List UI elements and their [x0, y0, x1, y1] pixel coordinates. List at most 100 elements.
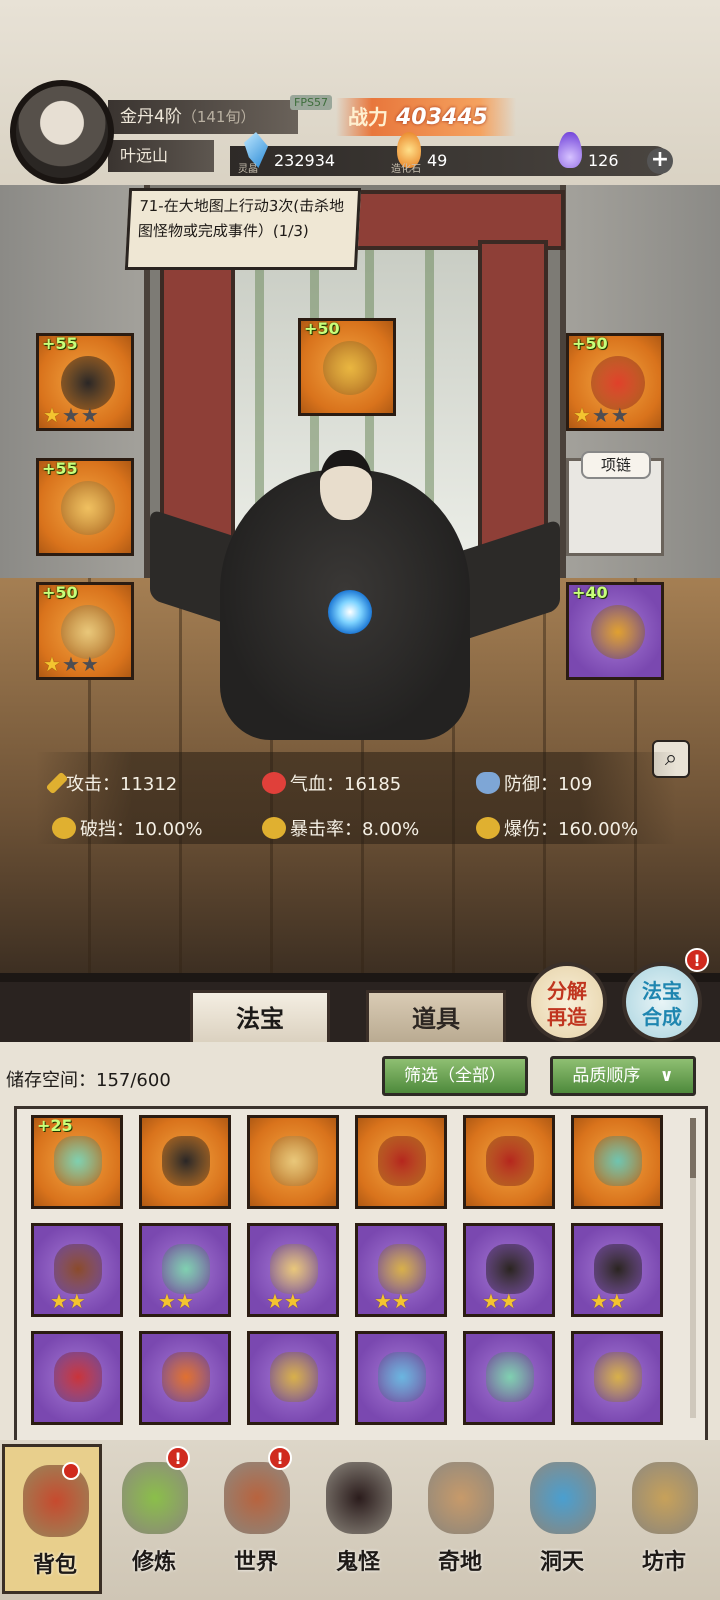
star-icon: ★ [43, 403, 62, 427]
inventory-item[interactable] [247, 1115, 339, 1209]
equipment-slot-3[interactable]: +50 ★★★ [566, 333, 664, 431]
nav-label: 修炼 [131, 1549, 176, 1575]
star-icon: ★ [80, 403, 100, 427]
player-name: 叶远山 [108, 140, 214, 172]
item-art [162, 1352, 210, 1402]
equipment-art [61, 481, 115, 535]
inventory-item[interactable] [247, 1331, 339, 1425]
inventory-item[interactable]: ★★ [247, 1223, 339, 1317]
player-avatar[interactable] [10, 80, 114, 184]
resource-stone-value: 49 [427, 151, 448, 170]
lotus-icon [122, 1462, 188, 1534]
qi-orb [328, 590, 372, 634]
nav-portal[interactable]: 洞天 [512, 1444, 612, 1594]
item-art [594, 1244, 642, 1294]
item-art [162, 1136, 210, 1186]
inventory-item[interactable] [139, 1331, 231, 1425]
star-icon: ★ [591, 403, 611, 427]
tab-treasure[interactable]: 法宝 [190, 990, 330, 1046]
inventory-item[interactable] [463, 1115, 555, 1209]
realm-text: 金丹4阶 [120, 107, 182, 127]
shield-icon [476, 772, 500, 794]
inventory-item[interactable]: ★★ [571, 1223, 663, 1317]
item-art [270, 1136, 318, 1186]
orange-stone-icon [397, 132, 421, 168]
combat-power: 战力 403445 [336, 98, 516, 136]
item-art [162, 1244, 210, 1294]
inventory-grid: +25 ★★ ★★ ★★ ★★ ★★ ★★ [14, 1106, 708, 1440]
item-art [378, 1352, 426, 1402]
equipment-art [61, 605, 115, 659]
inventory-scrollbar[interactable] [690, 1118, 696, 1418]
portal-icon [530, 1462, 596, 1534]
nav-label: 坊市 [641, 1549, 686, 1575]
star-rating: ★★ [374, 1289, 410, 1313]
nav-demon-egg[interactable]: 鬼怪 [308, 1444, 408, 1594]
game-screen: { "header": { "realm": "金丹4阶", "age": "（… [0, 0, 720, 1600]
star-rating: ★★ [50, 1289, 86, 1313]
item-art [594, 1136, 642, 1186]
equipment-slot-7[interactable]: +40 [566, 582, 664, 680]
inventory-item[interactable]: ★★ [463, 1223, 555, 1317]
equipment-art [61, 356, 115, 410]
equipment-art [323, 341, 377, 395]
sort-dropdown[interactable]: 品质顺序 ∨ [550, 1056, 696, 1096]
stat-attack: 攻击：11312 [45, 770, 177, 796]
enhance-level: +50 [42, 583, 78, 602]
equipment-art [591, 356, 645, 410]
inventory-item[interactable]: +25 [31, 1115, 123, 1209]
item-art [486, 1352, 534, 1402]
inventory-item[interactable] [31, 1331, 123, 1425]
inventory-item[interactable] [355, 1331, 447, 1425]
nav-scroll-map[interactable]: 世界! [206, 1444, 306, 1594]
nav-lotus[interactable]: 修炼! [104, 1444, 204, 1594]
purple-flame-icon [558, 132, 582, 168]
inventory-item[interactable] [463, 1331, 555, 1425]
stat-crit-rate: 暴击率：8.00% [262, 815, 419, 841]
equipment-slot-4[interactable]: +55 [36, 458, 134, 556]
equipment-slot-6[interactable]: +50 ★★★ [36, 582, 134, 680]
star-icon: ★ [43, 652, 62, 676]
storage-capacity: 储存空间：157/600 [6, 1070, 171, 1091]
inventory-item[interactable]: ★★ [355, 1223, 447, 1317]
scroll-thumb[interactable] [690, 1118, 696, 1178]
inventory-item[interactable] [571, 1331, 663, 1425]
inventory-item[interactable] [139, 1115, 231, 1209]
inventory-item[interactable]: ★★ [139, 1223, 231, 1317]
nav-backpack[interactable]: 背包 [2, 1444, 102, 1594]
nav-floating-island[interactable]: 奇地 [410, 1444, 510, 1594]
resource-crystal: 灵晶 232934 [238, 132, 336, 176]
star-icon: ★ [610, 403, 630, 427]
enhance-level: +40 [572, 583, 608, 602]
resource-stone-name: 造化石 [391, 164, 421, 175]
filter-button[interactable]: 筛选（全部） [382, 1056, 528, 1096]
backpack-icon [23, 1465, 89, 1537]
nav-label: 洞天 [539, 1549, 584, 1575]
nav-market-stall[interactable]: 坊市 [614, 1444, 714, 1594]
crit-icon [262, 817, 286, 839]
item-art [594, 1352, 642, 1402]
stat-break: 破挡：10.00% [52, 815, 203, 841]
equipment-slot-5[interactable]: 项链 [566, 451, 664, 556]
tab-items[interactable]: 道具 [366, 990, 506, 1046]
resource-flame-value: 126 [588, 151, 619, 170]
decompose-button[interactable]: 分解 再造 [527, 962, 607, 1042]
chevron-down-icon: ∨ [659, 1066, 674, 1086]
equipment-slot-1[interactable]: +55 ★★★ [36, 333, 134, 431]
demon-egg-icon [326, 1462, 392, 1534]
star-icon: ★ [61, 403, 81, 427]
inventory-item[interactable]: ★★ [31, 1223, 123, 1317]
star-rating: ★★ [590, 1289, 626, 1313]
add-resource-button[interactable]: + [647, 148, 673, 174]
equipment-art [591, 605, 645, 659]
new-dot-badge [62, 1462, 80, 1480]
equipment-slot-2[interactable]: +50 [298, 318, 396, 416]
quest-tracker[interactable]: 71-在大地图上行动3次(击杀地图怪物或完成事件）(1/3) [124, 188, 362, 270]
item-art [54, 1136, 102, 1186]
resource-crystal-value: 232934 [274, 151, 336, 170]
nav-label: 背包 [32, 1552, 77, 1578]
inventory-item[interactable] [571, 1115, 663, 1209]
inventory-item[interactable] [355, 1115, 447, 1209]
synthesize-button[interactable]: 法宝 合成 [622, 962, 702, 1042]
alert-badge: ! [268, 1446, 292, 1470]
